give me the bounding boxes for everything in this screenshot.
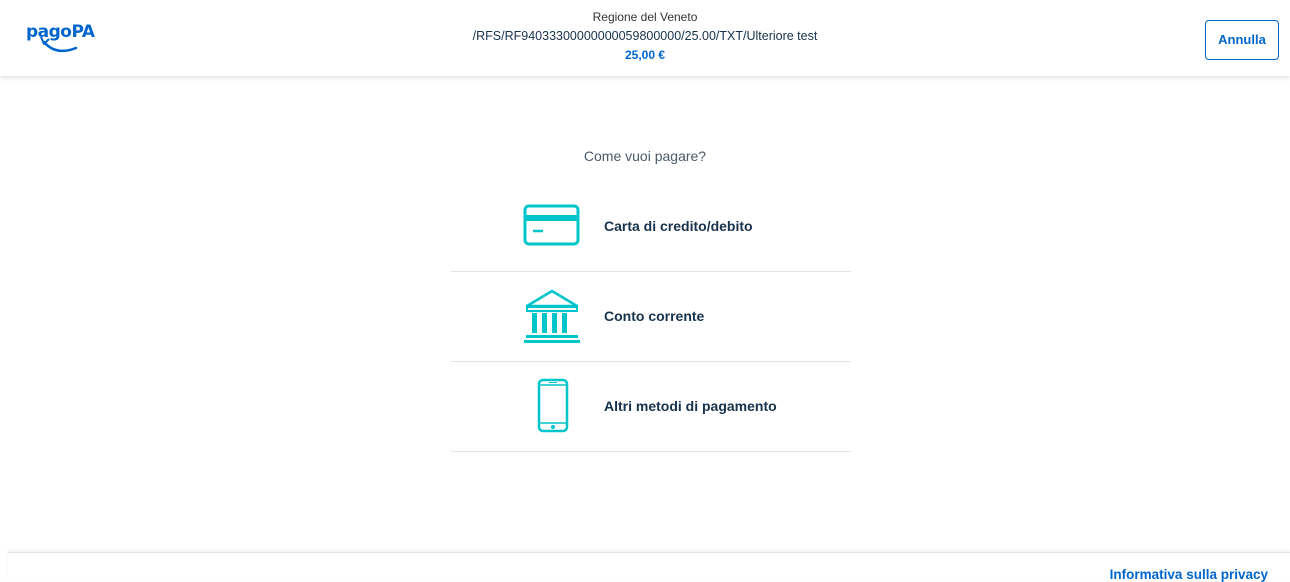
method-label: Conto corrente — [604, 308, 705, 324]
payment-methods-list: Carta di credito/debito Conto corrente A… — [451, 182, 851, 452]
payment-summary: Regione del Veneto /RFS/RF94033300000000… — [345, 8, 945, 64]
method-bank-account[interactable]: Conto corrente — [451, 272, 851, 362]
method-credit-card[interactable]: Carta di credito/debito — [451, 182, 851, 272]
payment-amount: 25,00 € — [624, 48, 666, 62]
method-other[interactable]: Altri metodi di pagamento — [451, 362, 851, 452]
bank-icon — [524, 289, 580, 343]
merchant-name: Regione del Veneto — [592, 10, 698, 24]
method-label: Carta di credito/debito — [604, 218, 753, 234]
pagopa-logo: pagoPA — [26, 22, 95, 66]
notice-code: /RFS/RF94033300000000059800000/25.00/TXT… — [472, 29, 818, 43]
credit-card-icon — [523, 204, 580, 246]
cancel-button[interactable]: Annulla — [1205, 20, 1279, 60]
logo-arc-icon — [40, 36, 78, 53]
method-label: Altri metodi di pagamento — [604, 398, 777, 414]
payment-method-question: Come vuoi pagare? — [583, 148, 707, 164]
header: pagoPA Regione del Veneto /RFS/RF9403330… — [0, 0, 1290, 76]
smartphone-icon — [537, 378, 569, 433]
footer: Informativa sulla privacy — [8, 552, 1290, 582]
